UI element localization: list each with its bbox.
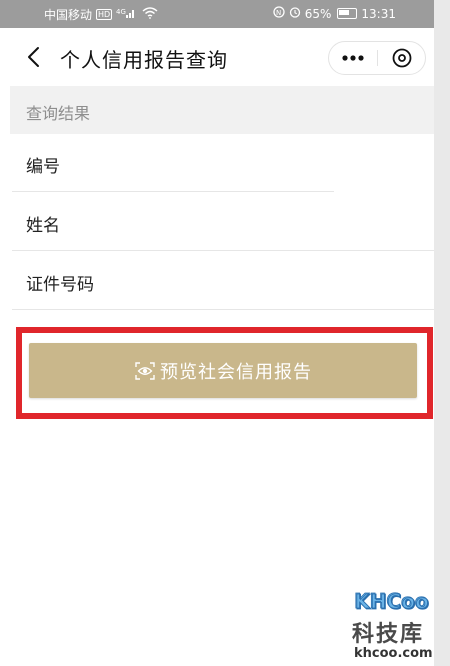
hd-badge: HD — [96, 9, 113, 20]
battery-icon — [337, 8, 358, 19]
nav-bar: 个人信用报告查询 — [0, 28, 434, 86]
section-header-label: 查询结果 — [26, 104, 91, 123]
watermark-logo: KHCoo — [354, 586, 430, 616]
status-bar: 中国移动 HD 4G N 65% 13:31 — [0, 0, 434, 28]
preview-credit-report-button[interactable]: 预览社会信用报告 — [29, 343, 417, 398]
watermark: KHCoo 科技库 khcoo.com — [348, 586, 434, 664]
page-title: 个人信用报告查询 — [60, 48, 228, 72]
preview-button-label: 预览社会信用报告 — [160, 361, 312, 383]
more-dots-icon — [342, 55, 364, 61]
carrier-name: 中国移动 — [44, 8, 93, 22]
more-button[interactable] — [329, 42, 377, 74]
field-label: 姓名 — [26, 216, 60, 236]
field-row-number: 编号 — [0, 134, 434, 192]
svg-text:4G: 4G — [116, 8, 126, 16]
section-header: 查询结果 — [10, 86, 434, 134]
preview-eye-icon — [135, 361, 155, 380]
field-label: 证件号码 — [26, 275, 94, 295]
row-divider — [12, 309, 434, 310]
status-right: N 65% 13:31 — [273, 6, 396, 21]
alarm-icon — [289, 6, 301, 21]
svg-text:KHCoo: KHCoo — [354, 589, 428, 613]
watermark-url: khcoo.com — [354, 646, 433, 661]
clock-time: 13:31 — [361, 6, 396, 21]
close-circle-icon — [392, 48, 411, 68]
battery-percent: 65% — [304, 6, 332, 21]
watermark-name: 科技库 — [352, 622, 425, 647]
signal-icon: 4G — [116, 7, 138, 22]
wifi-icon — [142, 7, 158, 22]
row-divider — [12, 250, 434, 251]
chevron-left-icon — [28, 47, 39, 67]
close-button[interactable] — [378, 42, 425, 74]
back-button[interactable] — [20, 42, 48, 72]
status-left: 中国移动 HD 4G — [44, 6, 158, 23]
field-row-id-number: 证件号码 — [0, 252, 434, 310]
field-label: 编号 — [26, 157, 60, 177]
miniprogram-capsule — [328, 41, 426, 75]
nfc-icon: N — [273, 6, 285, 21]
svg-text:N: N — [276, 9, 281, 17]
phone-screen: 中国移动 HD 4G N 65% 13:31 个人信用报告查询 查询结果 编号 … — [0, 0, 434, 666]
field-row-name: 姓名 — [0, 193, 434, 251]
row-divider — [12, 191, 334, 192]
